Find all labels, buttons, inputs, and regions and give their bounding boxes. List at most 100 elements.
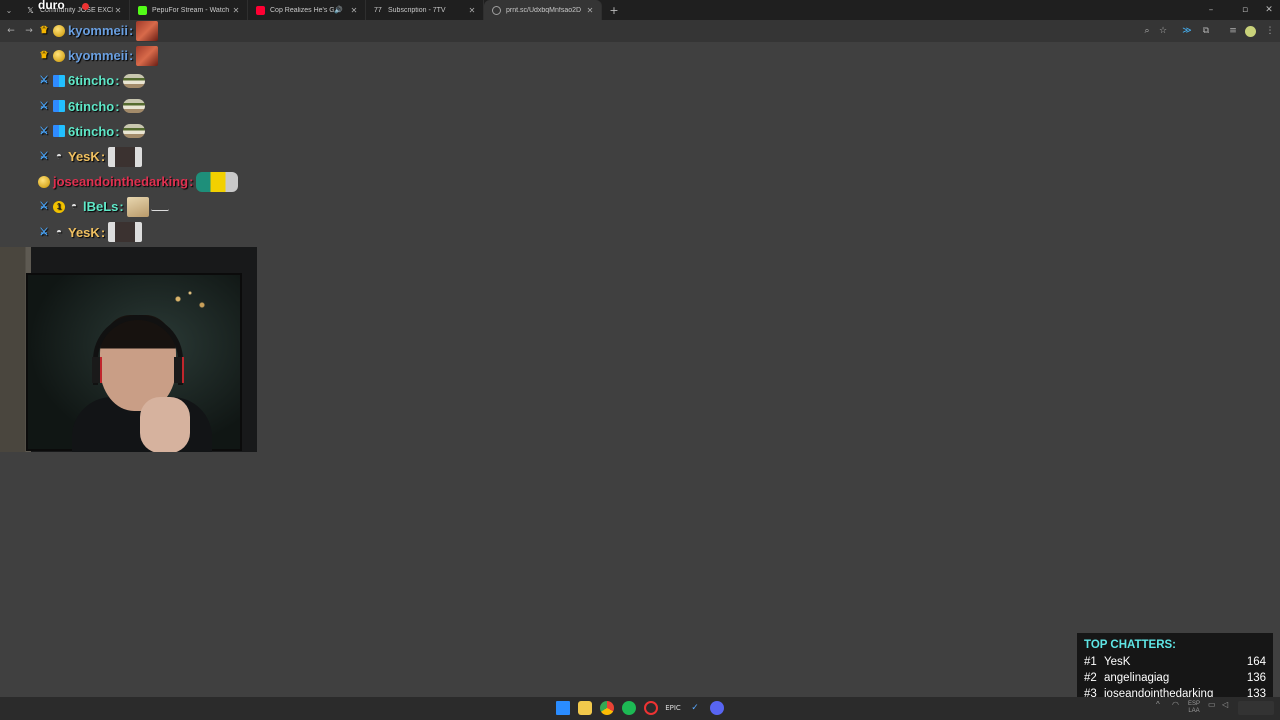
discord-icon[interactable] [710, 701, 724, 715]
sword-badge-icon[interactable]: ⚔ [38, 100, 50, 112]
one-badge-icon[interactable]: 1 [53, 200, 65, 213]
tab-search-icon[interactable]: ⌄ [0, 0, 18, 20]
chat-username[interactable]: 6tincho [68, 73, 114, 88]
star-icon[interactable]: ☆ [1156, 24, 1170, 38]
chat-username[interactable]: 6tincho [68, 99, 114, 114]
speaker-icon[interactable]: 🔊 [334, 6, 343, 14]
language-indicator[interactable]: ESP LAA [1188, 701, 1200, 715]
chat-username[interactable]: YesK [68, 225, 100, 240]
app-check-icon[interactable]: ✓ [688, 701, 702, 715]
spotify-icon[interactable] [622, 701, 636, 715]
bowl-badge-icon[interactable]: ◓ [53, 151, 65, 163]
youtube-icon [256, 5, 265, 15]
tab-title: PepuFor Stream - Watch Live o [152, 6, 231, 14]
close-icon[interactable]: ✕ [113, 6, 123, 15]
tab-1[interactable]: PepuFor Stream - Watch Live o ✕ [130, 0, 248, 20]
face-emote[interactable] [108, 146, 143, 167]
volume-icon[interactable]: ◁ [1222, 701, 1228, 709]
burger-emote[interactable] [122, 99, 145, 114]
top-chatter-count: 136 [1246, 672, 1266, 684]
chat-username[interactable]: kyommeii [68, 48, 128, 63]
sword-badge-icon[interactable]: ⚔ [38, 75, 50, 87]
chat-separator: : [115, 98, 120, 114]
bowl-badge-icon[interactable]: ◓ [53, 226, 65, 238]
zoom-icon[interactable]: ⌕ [1140, 24, 1154, 38]
gold-badge-icon[interactable] [53, 24, 65, 37]
new-tab-button[interactable]: + [606, 4, 622, 17]
chat-separator: : [128, 23, 134, 39]
headset-earcup-right [174, 357, 184, 383]
face-emote[interactable] [108, 222, 143, 243]
close-icon[interactable]: ✕ [467, 6, 477, 15]
forward-icon[interactable]: → [22, 24, 36, 38]
tab-2[interactable]: Cop Realizes He's Getting S 🔊 ✕ [248, 0, 366, 20]
network-icon[interactable]: ▭ [1208, 701, 1216, 709]
app-red-icon[interactable] [644, 701, 658, 715]
file-explorer-icon[interactable] [578, 701, 592, 715]
chat-username[interactable]: YesK [68, 149, 100, 164]
grid-badge-icon[interactable] [53, 100, 65, 113]
top-chatter-rank: #2 [1084, 672, 1097, 684]
grid-badge-icon[interactable] [53, 125, 65, 138]
chat-separator: : [115, 123, 120, 139]
close-icon[interactable]: ✕ [585, 6, 595, 15]
grid-badge-icon[interactable] [53, 74, 65, 87]
sword-badge-icon[interactable]: ⚔ [38, 125, 50, 137]
chat-message: ⚔ 1 ◓ lBeLs: [38, 194, 298, 219]
bowl-badge-icon[interactable]: ◓ [68, 201, 80, 213]
burger-emote[interactable] [122, 124, 145, 139]
tab-4[interactable]: prnt.sc/UdxbqMnfsao2D ✕ [484, 0, 602, 20]
menu-icon[interactable]: ⋮ [1263, 24, 1277, 38]
language-layout: LAA [1188, 708, 1200, 714]
gold-badge-icon[interactable] [38, 175, 50, 188]
gold-badge-icon[interactable] [53, 49, 65, 62]
top-chatter-row: #1 YesK 164 [1084, 654, 1266, 670]
chat-username[interactable]: joseandointhedarking [53, 174, 188, 189]
sword-badge-icon[interactable]: ⚔ [38, 151, 50, 163]
extensions-icon[interactable]: ⧉ [1199, 24, 1213, 38]
7tv-extension-icon[interactable]: ≫ [1180, 24, 1194, 38]
tab-title: Subscription - 7TV [388, 6, 446, 14]
tab-3[interactable]: 77 Subscription - 7TV ✕ [366, 0, 484, 20]
red-emote[interactable] [136, 45, 159, 66]
crown-badge-icon[interactable]: ♛ [38, 50, 50, 62]
chrome-icon[interactable] [600, 701, 614, 715]
chat-message: ♛ kyommeii: [38, 18, 298, 43]
minimize-icon[interactable]: – [1200, 0, 1222, 20]
taskbar: EPIC ✓ ^ ◠ ESP LAA ▭ ◁ [0, 697, 1280, 720]
wifi-icon[interactable]: ◠ [1172, 701, 1179, 709]
link-icon [492, 5, 501, 15]
kick-icon [138, 5, 147, 15]
combo-emote[interactable] [196, 171, 239, 192]
back-icon[interactable]: ← [4, 24, 18, 38]
red-emote[interactable] [136, 20, 159, 41]
maximize-icon[interactable]: ▫ [1234, 0, 1256, 20]
chat-message: ⚔ 6tincho: [38, 94, 298, 119]
chat-message: ⚔ 6tincho: [38, 119, 298, 144]
crown-badge-icon[interactable]: ♛ [38, 25, 50, 37]
chat-separator: : [100, 149, 106, 165]
chat-username[interactable]: 6tincho [68, 124, 114, 139]
tab-title: Cop Realizes He's Getting S [270, 6, 335, 14]
sword-badge-icon[interactable]: ⚔ [38, 226, 50, 238]
epic-games-icon[interactable]: EPIC [665, 701, 681, 715]
tab-title: prnt.sc/UdxbqMnfsao2D [506, 6, 582, 14]
chat-message: joseandointhedarking: [38, 169, 298, 194]
chat-separator: : [100, 224, 106, 240]
chat-username[interactable]: lBeLs [83, 199, 118, 214]
small-emote[interactable] [150, 203, 169, 211]
windows-start-icon[interactable] [556, 701, 570, 715]
profile-avatar[interactable] [1243, 24, 1257, 38]
sword-badge-icon[interactable]: ⚔ [38, 201, 50, 213]
window-close-icon[interactable]: ✕ [1258, 0, 1280, 20]
tab-0[interactable]: 𝕏 Community JOSÉ EXCLUSIVE ✕ [18, 0, 130, 20]
close-icon[interactable]: ✕ [349, 6, 359, 15]
clock-area[interactable] [1238, 701, 1274, 715]
7tv-icon: 77 [374, 6, 382, 14]
dog-emote[interactable] [126, 196, 149, 217]
chat-username[interactable]: kyommeii [68, 23, 128, 38]
tray-chevron-icon[interactable]: ^ [1156, 701, 1160, 709]
burger-emote[interactable] [122, 73, 145, 88]
close-icon[interactable]: ✕ [231, 6, 241, 15]
media-controls-icon[interactable]: ≡ [1226, 24, 1240, 38]
